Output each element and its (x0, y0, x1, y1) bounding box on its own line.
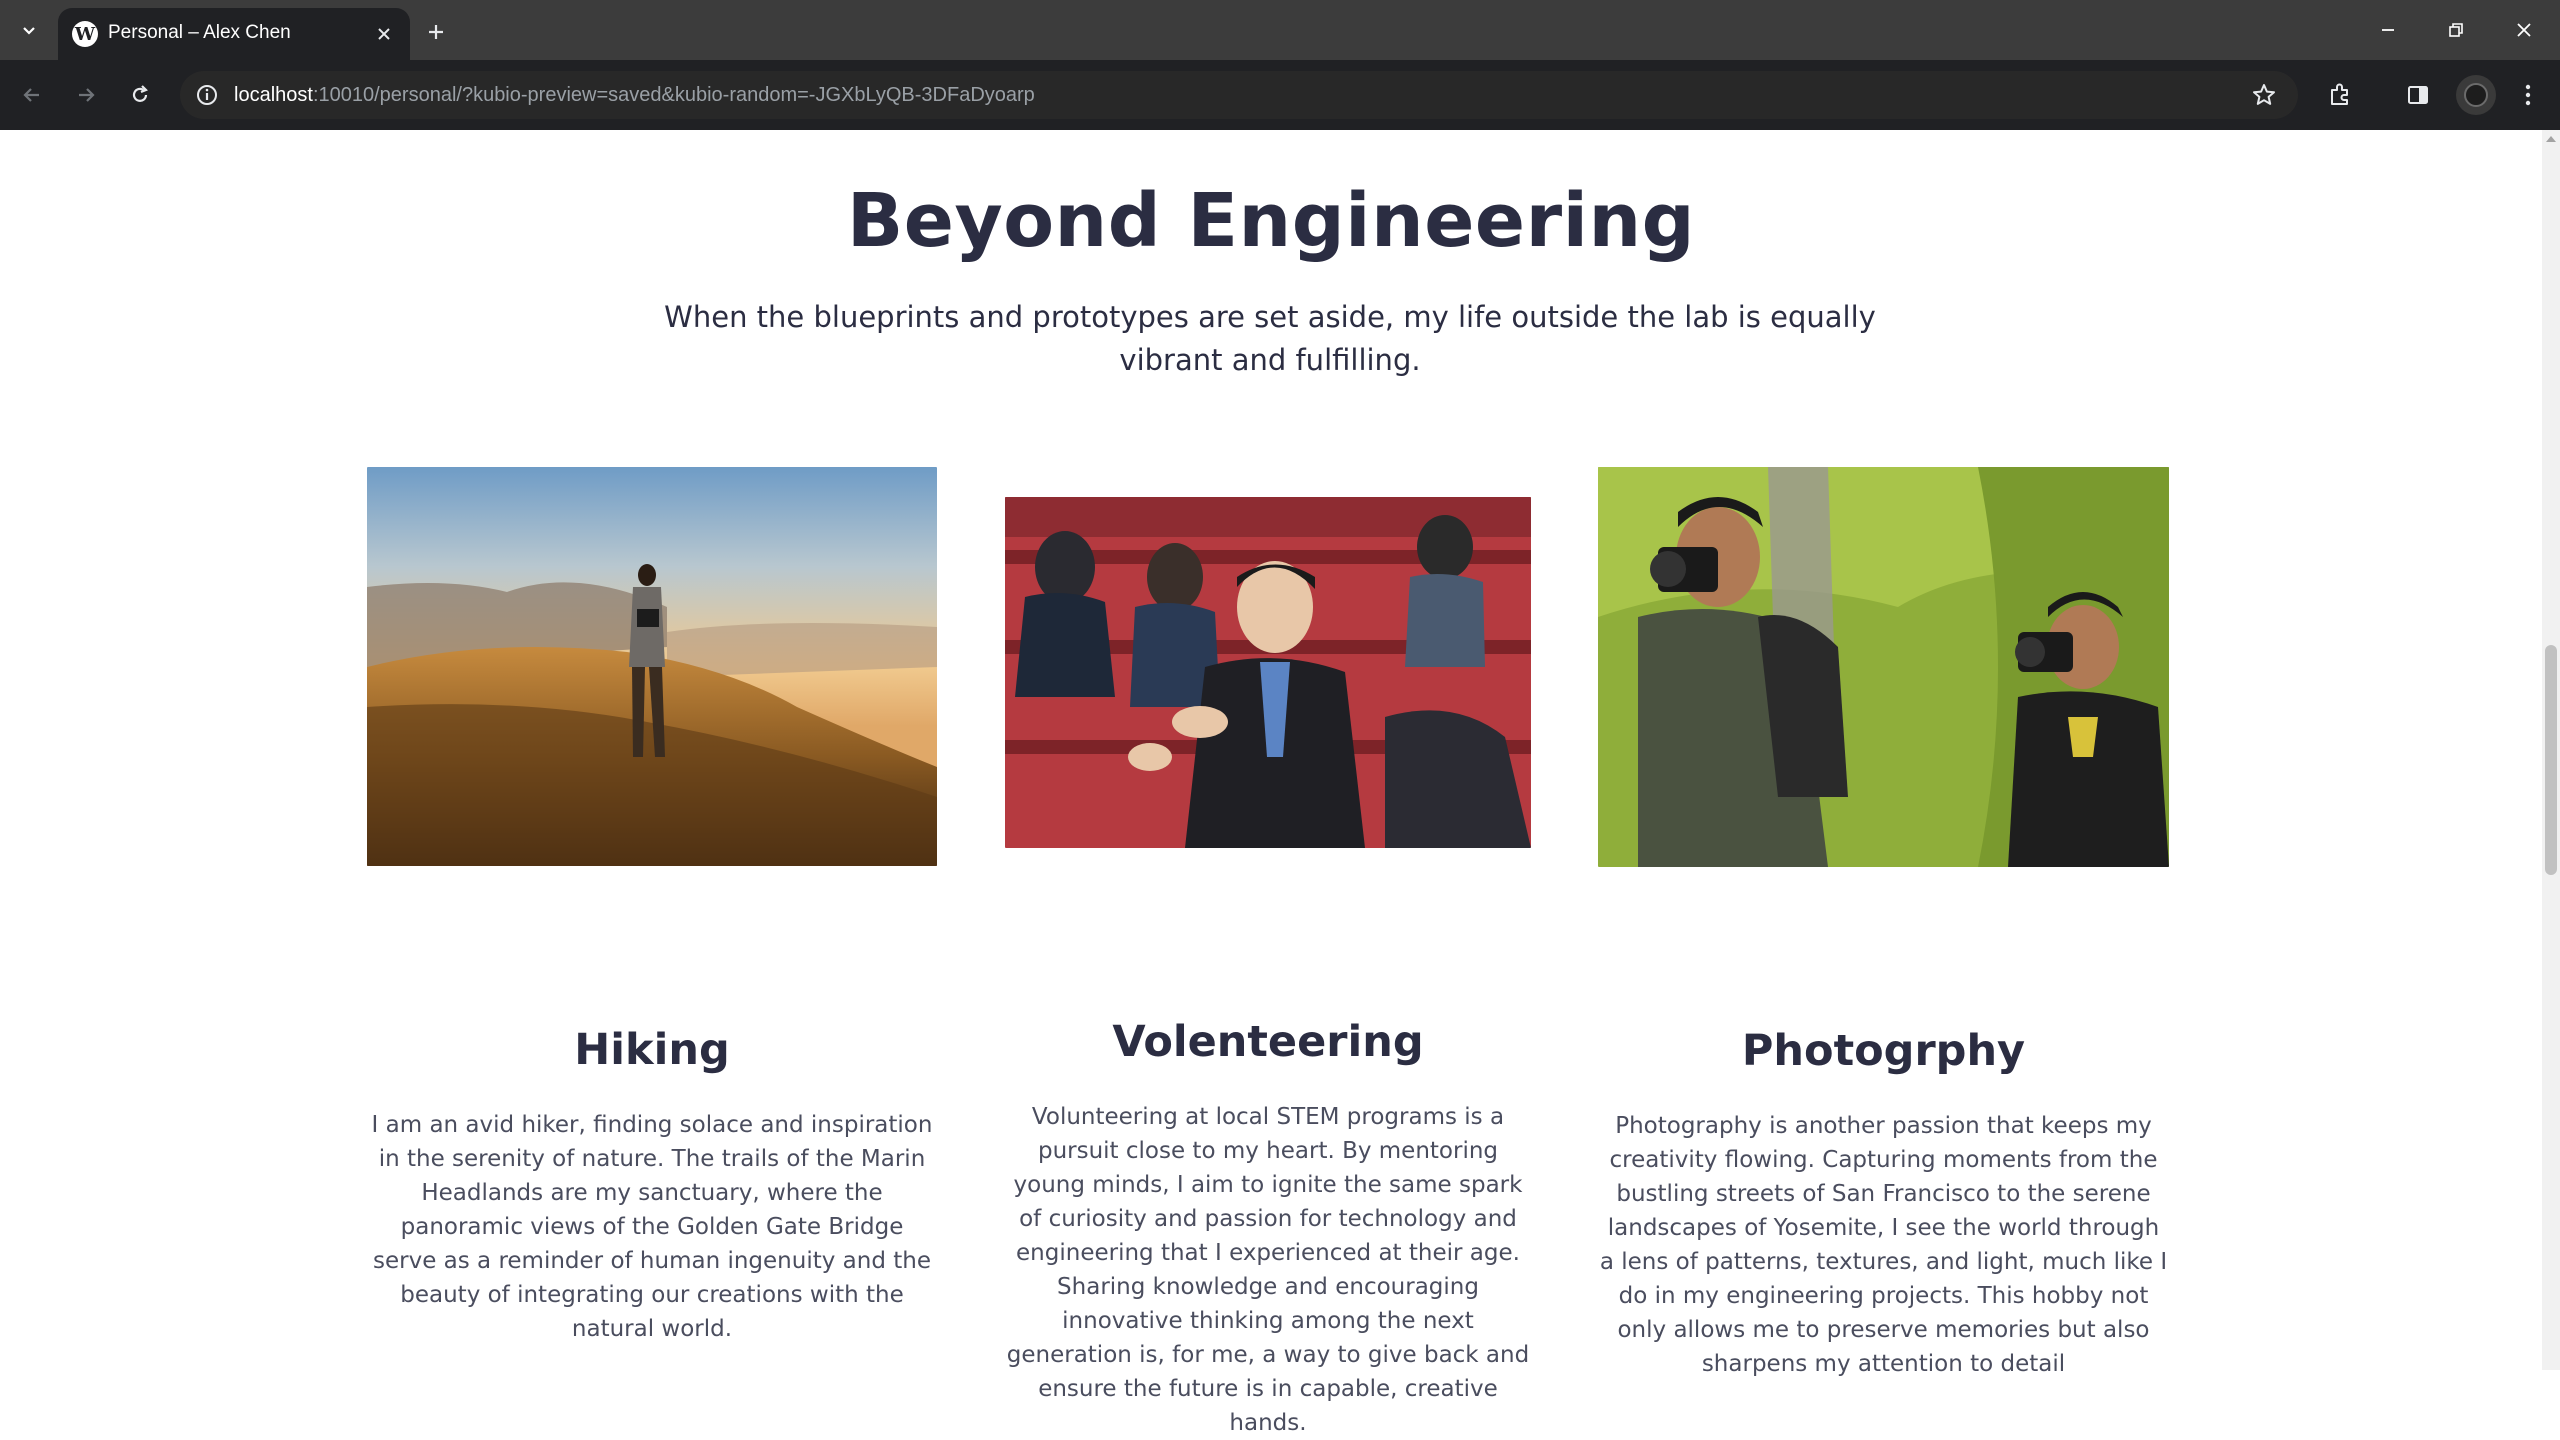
page-viewport: Beyond Engineering When the blueprints a… (0, 130, 2542, 1436)
close-icon (2517, 23, 2531, 37)
photography-title: Photogrphy (1741, 1026, 2026, 1076)
tab-title: Personal – Alex Chen (108, 22, 291, 43)
tab-strip: W Personal – Alex Chen (0, 0, 2560, 60)
forward-button[interactable] (64, 73, 108, 117)
reload-button[interactable] (118, 73, 162, 117)
photography-text: Photography is another passion that keep… (1599, 1113, 2168, 1377)
chevron-down-icon (23, 27, 35, 35)
info-icon (197, 85, 217, 105)
tab-search-button[interactable] (10, 12, 48, 48)
forward-arrow-icon (79, 88, 95, 102)
minimize-icon (2382, 29, 2394, 31)
wordpress-icon: W (72, 21, 98, 47)
back-button[interactable] (10, 73, 54, 117)
photography-photo (1598, 467, 2169, 867)
side-panel-icon (2408, 86, 2428, 104)
volunteering-title: Volenteering (1112, 1017, 1424, 1067)
new-tab-button[interactable] (418, 14, 454, 50)
browser-toolbar: localhost:10010/personal/?kubio-preview=… (0, 60, 2560, 130)
url-text: localhost:10010/personal/?kubio-preview=… (234, 84, 1035, 107)
volunteering-text: Volunteering at local STEM programs is a… (1006, 1104, 1530, 1436)
restore-button[interactable] (2422, 0, 2490, 60)
hiking-text: I am an avid hiker, finding solace and i… (371, 1112, 933, 1342)
star-icon (2253, 84, 2275, 105)
extensions-button[interactable] (2318, 73, 2362, 117)
section-intro: When the blueprints and prototypes are s… (664, 300, 1876, 377)
section-heading: Beyond Engineering (846, 178, 1696, 264)
hiking-photo (367, 467, 937, 866)
reload-icon (132, 85, 148, 102)
scroll-up-arrow-icon[interactable] (2546, 136, 2556, 142)
tab-close-button[interactable] (370, 20, 398, 48)
bookmark-button[interactable] (2250, 81, 2278, 109)
url-path: :10010/personal/?kubio-preview=saved&kub… (312, 84, 1035, 106)
extensions-icon (2331, 83, 2348, 105)
address-bar[interactable]: localhost:10010/personal/?kubio-preview=… (180, 71, 2298, 119)
close-window-button[interactable] (2490, 0, 2558, 60)
restore-icon (2449, 23, 2463, 37)
page-scrollbar[interactable] (2542, 130, 2560, 1370)
url-host: localhost (234, 84, 313, 106)
side-panel-button[interactable] (2396, 73, 2440, 117)
profile-avatar[interactable] (2456, 75, 2496, 115)
browser-menu-button[interactable] (2506, 73, 2550, 117)
scrollbar-thumb[interactable] (2545, 645, 2557, 875)
browser-tab[interactable]: W Personal – Alex Chen (58, 8, 410, 60)
site-info-button[interactable] (194, 82, 220, 108)
back-arrow-icon (23, 88, 39, 102)
volunteering-photo (1005, 497, 1531, 848)
hiking-title: Hiking (574, 1025, 730, 1075)
close-icon (378, 28, 390, 40)
kebab-menu-icon (2525, 84, 2531, 106)
plus-icon (429, 25, 443, 39)
minimize-button[interactable] (2354, 0, 2422, 60)
